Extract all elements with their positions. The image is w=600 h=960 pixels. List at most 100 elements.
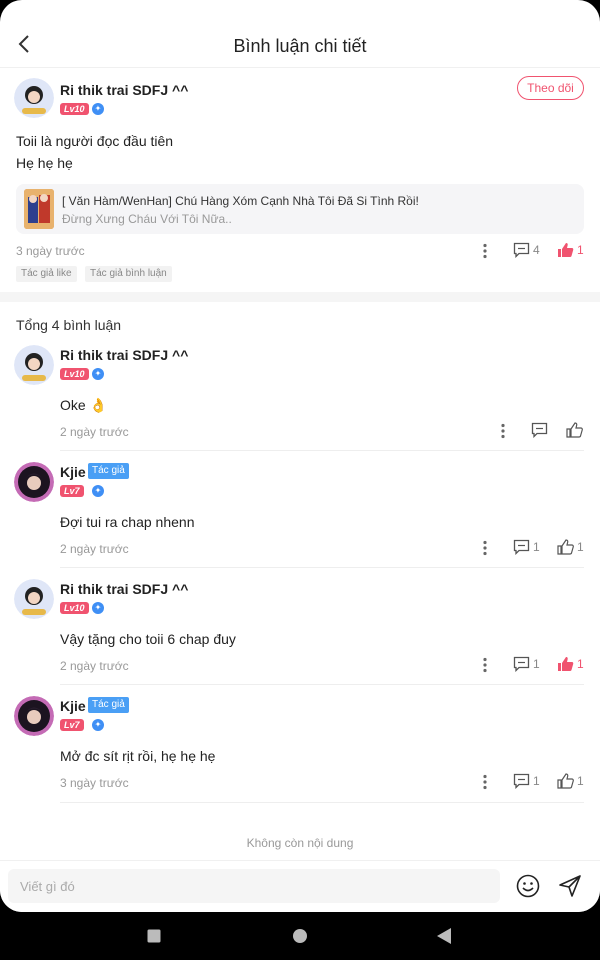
timestamp: 3 ngày trước	[16, 244, 85, 258]
more-button[interactable]	[498, 423, 508, 439]
level-badge: Lv10	[60, 103, 89, 115]
reply-count: 4	[533, 243, 540, 257]
verified-icon: ✦	[92, 719, 104, 731]
comment-icon	[513, 773, 530, 789]
reply-button[interactable]	[531, 422, 548, 438]
author-tag: Tác giả	[88, 463, 129, 479]
comment-input[interactable]	[8, 869, 500, 903]
comment-icon	[513, 242, 530, 258]
more-vertical-icon	[483, 540, 487, 556]
send-button[interactable]	[558, 874, 582, 903]
reply-count: 1	[533, 657, 540, 671]
timestamp: 2 ngày trước	[60, 542, 129, 556]
thumbs-up-filled-icon	[558, 243, 574, 257]
row-divider	[60, 684, 584, 685]
reply-text: Đợi tui ra chap nhenn	[60, 514, 195, 530]
more-button[interactable]	[480, 774, 490, 790]
back-nav-button[interactable]	[437, 928, 451, 949]
thumbs-up-filled-icon	[558, 657, 574, 671]
book-title: [ Văn Hàm/WenHan] Chú Hàng Xóm Cạnh Nhà …	[62, 194, 419, 208]
circle-icon	[293, 929, 307, 943]
verified-icon: ✦	[92, 103, 104, 115]
reply-text: Mở đc sít rịt rồi, hẹ hẹ hẹ	[60, 748, 216, 764]
like-count: 1	[577, 774, 584, 788]
row-divider	[60, 567, 584, 568]
section-divider	[0, 292, 600, 302]
like-count: 1	[577, 657, 584, 671]
level-badge: Lv10	[60, 602, 89, 614]
reply-text: Oke 👌	[60, 397, 107, 413]
square-icon	[147, 929, 161, 943]
avatar[interactable]	[14, 462, 54, 502]
more-button[interactable]	[480, 657, 490, 673]
total-comments: Tổng 4 bình luận	[16, 317, 122, 333]
author-commented-tag: Tác giả bình luận	[85, 266, 172, 282]
book-card[interactable]: [ Văn Hàm/WenHan] Chú Hàng Xóm Cạnh Nhà …	[16, 184, 584, 234]
level-badge: Lv7	[60, 719, 84, 731]
reply-count: 1	[533, 774, 540, 788]
avatar[interactable]	[14, 696, 54, 736]
row-divider	[60, 802, 584, 803]
more-button[interactable]	[480, 243, 490, 259]
page-title: Bình luận chi tiết	[233, 36, 367, 56]
like-button[interactable]	[566, 422, 583, 438]
thumbs-up-icon	[566, 422, 583, 438]
row-divider	[60, 450, 584, 451]
username[interactable]: Ri thik trai SDFJ ^^	[60, 581, 188, 597]
thumbs-up-icon	[557, 539, 574, 555]
like-button[interactable]: 1	[557, 242, 584, 258]
reply-text: Vậy tặng cho toii 6 chap đuy	[60, 631, 236, 647]
more-vertical-icon	[483, 657, 487, 673]
more-vertical-icon	[483, 774, 487, 790]
thumbs-up-icon	[557, 773, 574, 789]
book-cover	[24, 189, 54, 229]
verified-icon: ✦	[92, 368, 104, 380]
level-badge: Lv10	[60, 368, 89, 380]
level-badge: Lv7	[60, 485, 84, 497]
reply-button[interactable]: 1	[513, 656, 540, 672]
avatar[interactable]	[14, 78, 54, 118]
comment-icon	[513, 656, 530, 672]
username[interactable]: Ri thik trai SDFJ ^^	[60, 82, 188, 98]
username[interactable]: Kjie	[60, 698, 86, 714]
comment-line: Hẹ hẹ hẹ	[16, 155, 73, 171]
timestamp: 2 ngày trước	[60, 425, 129, 439]
like-count: 1	[577, 243, 584, 257]
like-button[interactable]: 1	[557, 773, 584, 789]
like-button[interactable]: 1	[557, 656, 584, 672]
more-vertical-icon	[483, 243, 487, 259]
send-icon	[559, 875, 581, 897]
follow-button[interactable]: Theo dõi	[517, 76, 584, 100]
comment-icon	[531, 422, 548, 438]
like-count: 1	[577, 540, 584, 554]
username[interactable]: Ri thik trai SDFJ ^^	[60, 347, 188, 363]
comment-input-bar	[0, 860, 600, 912]
author-liked-tag: Tác giả like	[16, 266, 77, 282]
timestamp: 2 ngày trước	[60, 659, 129, 673]
username[interactable]: Kjie	[60, 464, 86, 480]
verified-icon: ✦	[92, 485, 104, 497]
smiley-icon	[516, 874, 540, 898]
verified-icon: ✦	[92, 602, 104, 614]
avatar[interactable]	[14, 579, 54, 619]
reply-count: 1	[533, 540, 540, 554]
home-button[interactable]	[293, 929, 307, 948]
header: Bình luận chi tiết	[0, 0, 600, 68]
book-subtitle: Đừng Xưng Cháu Với Tôi Nữa..	[62, 212, 232, 226]
avatar[interactable]	[14, 345, 54, 385]
end-of-list-label: Không còn nội dung	[246, 836, 354, 850]
author-tag: Tác giả	[88, 697, 129, 713]
comment-icon	[513, 539, 530, 555]
triangle-back-icon	[437, 928, 451, 944]
reply-button[interactable]: 1	[513, 539, 540, 555]
reply-button[interactable]: 4	[513, 242, 540, 258]
more-button[interactable]	[480, 540, 490, 556]
recents-button[interactable]	[147, 929, 161, 948]
timestamp: 3 ngày trước	[60, 776, 129, 790]
more-vertical-icon	[501, 423, 505, 439]
reply-button[interactable]: 1	[513, 773, 540, 789]
emoji-button[interactable]	[516, 874, 540, 903]
comment-line: Toii là người đọc đầu tiên	[16, 133, 174, 149]
like-button[interactable]: 1	[557, 539, 584, 555]
system-nav-bar	[0, 912, 600, 960]
